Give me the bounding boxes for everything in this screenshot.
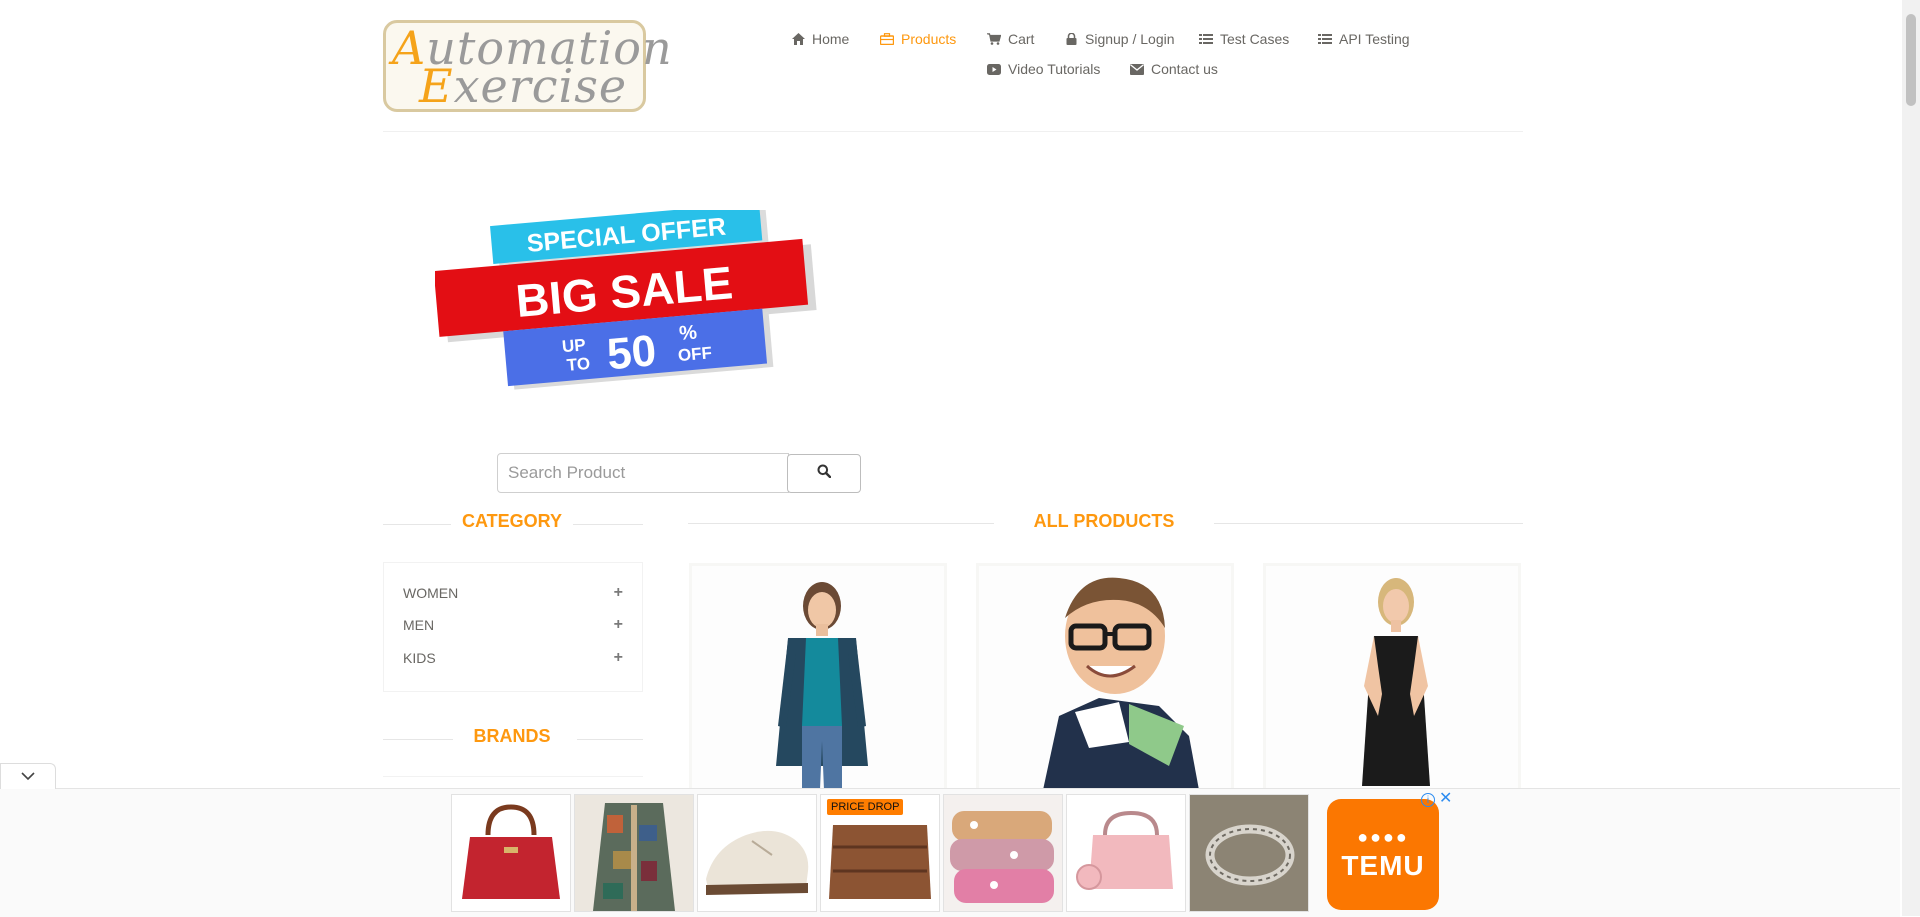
nav-test-cases[interactable]: Test Cases (1199, 31, 1289, 47)
ad-product-sneaker[interactable] (697, 794, 817, 912)
search-input[interactable] (497, 453, 789, 493)
home-icon (791, 32, 805, 46)
page-scrollbar[interactable] (1902, 0, 1920, 916)
product-card[interactable] (1263, 563, 1521, 793)
temu-shopping-icons: ●●●● (1357, 827, 1409, 847)
nav-products[interactable]: Products (880, 31, 956, 47)
ad-product-pink-handbag[interactable] (1066, 794, 1186, 912)
banner-off: OFF (677, 343, 713, 365)
nav-api-testing-label: API Testing (1339, 31, 1410, 47)
nav-signup-login-label: Signup / Login (1085, 31, 1175, 47)
temu-brand-label: TEMU (1341, 850, 1425, 881)
list-icon (1318, 32, 1332, 46)
nav-video-tutorials[interactable]: Video Tutorials (987, 61, 1100, 77)
nav-products-label: Products (901, 31, 957, 47)
nav-home-label: Home (812, 31, 850, 47)
close-icon[interactable]: ✕ (1439, 791, 1453, 807)
plus-icon[interactable]: + (614, 584, 623, 602)
banner-percent: % (678, 321, 698, 344)
banner-to: TO (566, 354, 591, 375)
banner-up: UP (561, 335, 586, 356)
ad-product-blankets[interactable] (943, 794, 1063, 912)
nav-video-tutorials-label: Video Tutorials (1008, 61, 1101, 77)
site-logo[interactable]: Automation Exercise (383, 20, 672, 113)
product-card[interactable] (689, 563, 947, 793)
header-divider (383, 131, 1523, 132)
nav-test-cases-label: Test Cases (1220, 31, 1290, 47)
envelope-icon (1130, 62, 1144, 76)
scrollbar-thumb[interactable] (1906, 14, 1916, 106)
ad-product-patchwork-coat[interactable] (574, 794, 694, 912)
category-item-women[interactable]: WOMEN + (403, 583, 623, 603)
category-title-rule-right (573, 524, 643, 525)
ad-collapse-button[interactable] (0, 763, 56, 789)
category-label: WOMEN (403, 585, 459, 601)
category-title-rule-left (383, 524, 451, 525)
all-products-title: ALL PRODUCTS (1033, 511, 1175, 531)
chevron-down-icon (21, 768, 35, 786)
nav-api-testing[interactable]: API Testing (1318, 31, 1410, 47)
logo-line-2: Exercise (419, 59, 628, 113)
category-label: MEN (403, 617, 435, 633)
category-item-men[interactable]: MEN + (403, 615, 623, 635)
nav-contact-us[interactable]: Contact us (1130, 61, 1218, 77)
ad-product-red-handbag[interactable] (451, 794, 571, 912)
cart-icon (987, 32, 1001, 46)
product-card[interactable] (976, 563, 1234, 793)
info-icon[interactable]: i (1421, 793, 1435, 807)
category-panel: WOMEN + MEN + KIDS + (383, 562, 643, 692)
special-offer-banner: SPECIAL OFFER BIG SALE UP TO 50 % OFF (435, 210, 817, 390)
search-icon (817, 464, 832, 483)
nav-cart-label: Cart (1008, 31, 1035, 47)
brands-title-rule-left (383, 739, 453, 740)
products-title-rule-left (688, 523, 994, 524)
nav-cart[interactable]: Cart (987, 31, 1034, 47)
category-title: CATEGORY (461, 511, 562, 531)
temu-ad-logo[interactable]: ●●●● TEMU (1327, 799, 1439, 910)
nav-home[interactable]: Home (791, 31, 849, 47)
briefcase-icon (880, 32, 894, 46)
banner-amount: 50 (605, 326, 658, 379)
price-drop-badge: PRICE DROP (827, 799, 904, 815)
nav-signup-login[interactable]: Signup / Login (1064, 31, 1175, 47)
youtube-play-icon (987, 62, 1001, 76)
category-label: KIDS (403, 650, 436, 666)
ad-product-silver-ring[interactable] (1189, 794, 1309, 912)
ad-product-brown-bag[interactable]: PRICE DROP (820, 794, 940, 912)
lock-icon (1064, 32, 1078, 46)
brands-title: BRANDS (473, 726, 551, 746)
product-image-man-polo (979, 566, 1231, 790)
list-icon (1199, 32, 1213, 46)
products-title-rule-right (1214, 523, 1523, 524)
category-item-kids[interactable]: KIDS + (403, 648, 623, 668)
plus-icon[interactable]: + (614, 616, 623, 634)
plus-icon[interactable]: + (614, 649, 623, 667)
brands-title-rule-right (577, 739, 643, 740)
search-button[interactable] (787, 454, 861, 493)
product-image-black-dress (1266, 566, 1518, 790)
product-image-woman-cardigan (692, 566, 944, 790)
nav-contact-us-label: Contact us (1151, 61, 1218, 77)
